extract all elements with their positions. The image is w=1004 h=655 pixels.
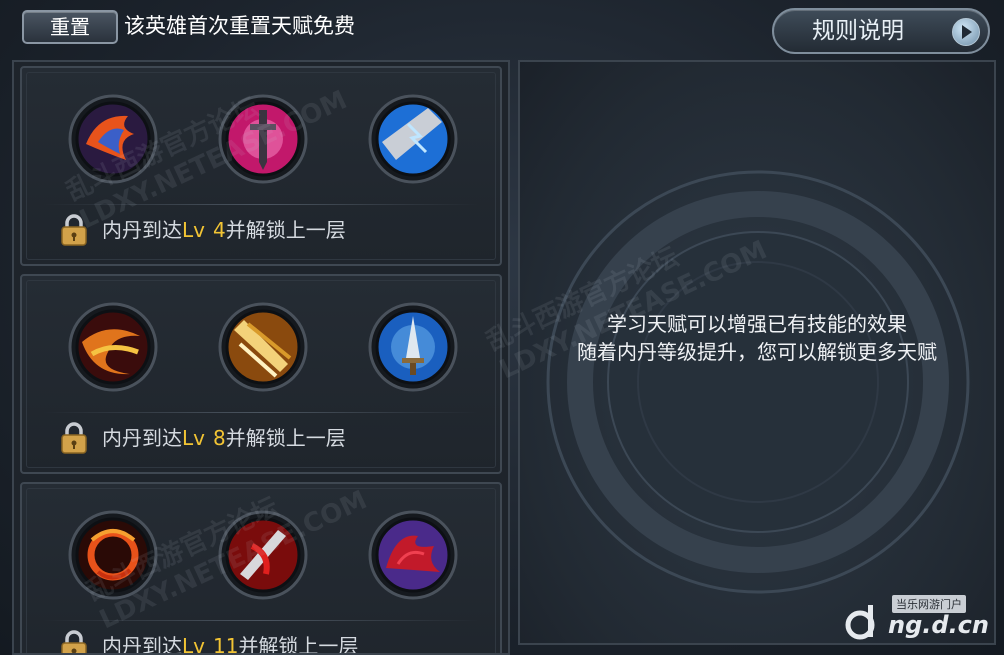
reset-button[interactable]: 重置 [22,10,118,44]
unlock-text: 内丹到达Lv 11并解锁上一层 [102,632,359,655]
unlock-text: 内丹到达Lv 8并解锁上一层 [102,424,346,452]
lightning-blade-talent-icon[interactable] [368,94,458,184]
pink-sword-talent-icon[interactable] [218,94,308,184]
blood-blade-talent-icon[interactable] [218,510,308,600]
padlock-icon [60,214,88,246]
rules-button-label: 规则说明 [812,18,904,44]
tier-divider [44,204,478,205]
talent-info-panel: 学习天赋可以增强已有技能的效果 随着内丹等级提升，您可以解锁更多天赋 [518,60,996,645]
talent-tree-panel: 内丹到达Lv 4并解锁上一层 内丹到达Lv 8并解锁上一层 内丹到达Lv 11并… [12,60,510,655]
rune-circle-decoration [546,170,970,594]
top-bar: 重置 该英雄首次重置天赋免费 规则说明 [0,0,1004,56]
golden-strike-talent-icon[interactable] [218,302,308,392]
level-number: 11 [212,634,239,655]
level-number: 4 [212,218,226,242]
crimson-wing-talent-icon[interactable] [368,510,458,600]
level-label: Lv [182,426,205,450]
unlock-prefix: 内丹到达 [102,634,182,655]
tier-divider [44,620,478,621]
talent-tier-1: 内丹到达Lv 4并解锁上一层 [20,66,502,266]
site-logo: 当乐网游门户 ng.d.cn [842,595,992,645]
unlock-suffix: 并解锁上一层 [238,634,359,655]
unlock-prefix: 内丹到达 [102,218,182,242]
fire-swirl-talent-icon[interactable] [68,302,158,392]
rules-button[interactable]: 规则说明 [772,8,990,54]
ice-dagger-talent-icon[interactable] [368,302,458,392]
padlock-icon [60,630,88,653]
level-number: 8 [212,426,226,450]
padlock-icon [60,422,88,454]
unlock-suffix: 并解锁上一层 [225,218,346,242]
talent-tier-2: 内丹到达Lv 8并解锁上一层 [20,274,502,474]
flame-ring-talent-icon[interactable] [68,510,158,600]
logo-domain: ng.d.cn [888,611,989,639]
free-reset-notice: 该英雄首次重置天赋免费 [124,14,355,38]
unlock-prefix: 内丹到达 [102,426,182,450]
level-label: Lv [182,634,205,655]
fire-beast-talent-icon[interactable] [68,94,158,184]
level-label: Lv [182,218,205,242]
talent-tier-3: 内丹到达Lv 11并解锁上一层 [20,482,502,655]
unlock-text: 内丹到达Lv 4并解锁上一层 [102,216,346,244]
talent-description-line-1: 学习天赋可以增强已有技能的效果 [607,312,907,336]
d-logo-icon [845,605,875,640]
talent-description-line-2: 随着内丹等级提升，您可以解锁更多天赋 [577,340,937,364]
tier-divider [44,412,478,413]
play-arrow-icon [952,18,980,46]
unlock-suffix: 并解锁上一层 [225,426,346,450]
